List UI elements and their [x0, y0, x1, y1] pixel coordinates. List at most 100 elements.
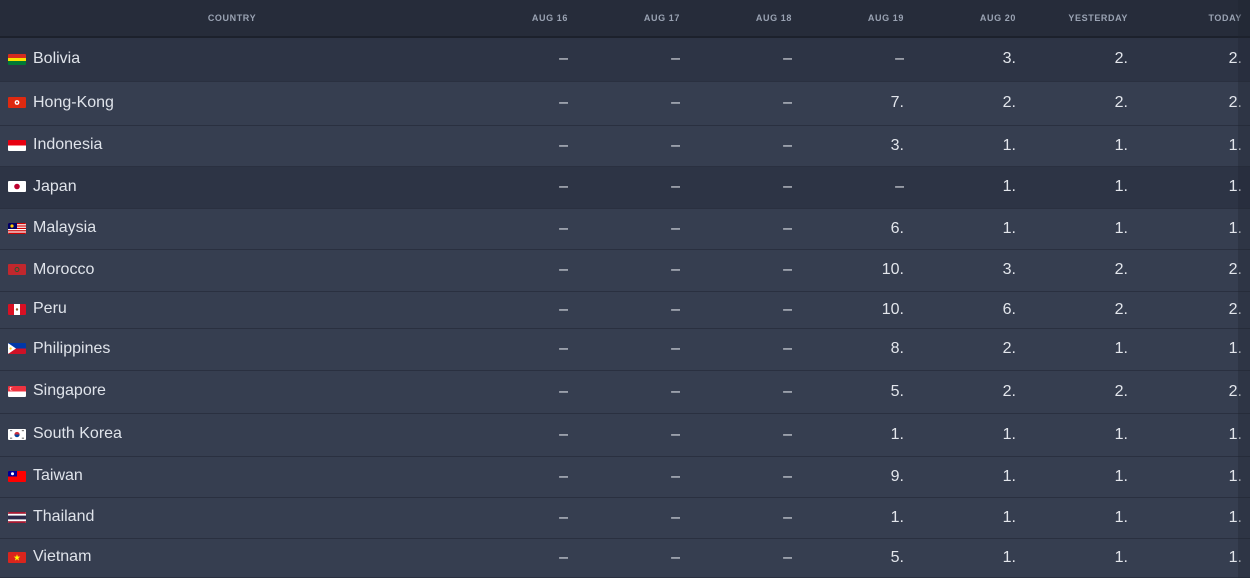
rank-cell-aug20: 1.	[912, 208, 1024, 250]
rank-cell-aug16: –	[464, 208, 576, 250]
rank-cell-today: 1.	[1136, 166, 1250, 209]
rank-cell-aug20: 2.	[912, 370, 1024, 414]
table-row[interactable]: Japan – – – –1. 1. 1.	[0, 166, 1250, 209]
rank-cell-aug20: 6.	[912, 291, 1024, 329]
rank-cell-today: 1.	[1136, 456, 1250, 498]
column-header-aug20[interactable]: AUG 20	[912, 0, 1024, 38]
rank-cell-today: 2.	[1136, 249, 1250, 292]
right-edge-shade	[1238, 0, 1250, 578]
rank-cell-aug19: –	[800, 37, 912, 82]
table-row[interactable]: Morocco – – –10. 3. 2. 2.	[0, 249, 1250, 292]
country-name: Taiwan	[33, 467, 83, 485]
rank-cell-aug19: 5.	[800, 370, 912, 414]
rank-cell-today: 2.	[1136, 37, 1250, 82]
table-row[interactable]: Singapore – – –5. 2. 2. 2.	[0, 370, 1250, 414]
peru-flag-icon	[8, 303, 26, 315]
rank-cell-aug20: 1.	[912, 125, 1024, 167]
rank-cell-aug20: 1.	[912, 497, 1024, 539]
rank-cell-today: 1.	[1136, 208, 1250, 250]
rank-cell-aug17: –	[576, 370, 688, 414]
country-cell: Japan	[0, 166, 464, 209]
rank-cell-today: 1.	[1136, 497, 1250, 539]
bolivia-flag-icon	[8, 53, 26, 65]
table-row[interactable]: Indonesia – – –3. 1. 1. 1.	[0, 125, 1250, 167]
rank-cell-aug16: –	[464, 37, 576, 82]
rank-cell-aug16: –	[464, 166, 576, 209]
table-row[interactable]: Hong-Kong – – –7. 2. 2. 2.	[0, 81, 1250, 126]
rank-cell-aug18: –	[688, 328, 800, 371]
column-header-country[interactable]: COUNTRY	[0, 0, 464, 38]
country-name: Singapore	[33, 382, 106, 400]
japan-flag-icon	[8, 181, 26, 193]
table-row[interactable]: Thailand – – –1. 1. 1. 1.	[0, 497, 1250, 539]
rank-cell-today: 1.	[1136, 538, 1250, 578]
rank-cell-yesterday: 2.	[1024, 249, 1136, 292]
rankings-page: COUNTRY AUG 16 AUG 17 AUG 18 AUG 19 AUG …	[0, 0, 1250, 578]
rank-cell-today: 1.	[1136, 328, 1250, 371]
rank-cell-aug19: 5.	[800, 538, 912, 578]
rank-cell-aug20: 1.	[912, 456, 1024, 498]
rank-cell-aug17: –	[576, 456, 688, 498]
rank-cell-yesterday: 2.	[1024, 291, 1136, 329]
rank-cell-aug18: –	[688, 538, 800, 578]
country-name: Peru	[33, 300, 67, 318]
country-cell: Indonesia	[0, 125, 464, 167]
table-row[interactable]: Philippines – – –8. 2. 1. 1.	[0, 328, 1250, 371]
rank-cell-aug16: –	[464, 125, 576, 167]
rank-cell-aug20: 2.	[912, 81, 1024, 126]
rank-cell-aug19: 1.	[800, 413, 912, 457]
rank-cell-aug16: –	[464, 291, 576, 329]
rank-cell-yesterday: 1.	[1024, 413, 1136, 457]
column-header-today[interactable]: TODAY	[1136, 0, 1250, 38]
rank-cell-today: 1.	[1136, 125, 1250, 167]
rank-cell-aug16: –	[464, 538, 576, 578]
rank-cell-aug19: 10.	[800, 249, 912, 292]
rank-cell-aug18: –	[688, 456, 800, 498]
rank-cell-aug17: –	[576, 413, 688, 457]
country-cell: Singapore	[0, 370, 464, 414]
table-row[interactable]: Bolivia – – – –3. 2. 2.	[0, 37, 1250, 82]
rank-cell-aug16: –	[464, 413, 576, 457]
country-cell: Bolivia	[0, 37, 464, 82]
table-row[interactable]: Taiwan – – –9. 1. 1. 1.	[0, 456, 1250, 498]
country-name: Hong-Kong	[33, 93, 114, 111]
thailand-flag-icon	[8, 511, 26, 523]
rank-cell-aug19: 10.	[800, 291, 912, 329]
rank-cell-aug17: –	[576, 125, 688, 167]
column-header-yesterday[interactable]: YESTERDAY	[1024, 0, 1136, 38]
table-row[interactable]: Malaysia – – –6. 1. 1. 1.	[0, 208, 1250, 250]
rank-cell-aug20: 1.	[912, 413, 1024, 457]
hong-kong-flag-icon	[8, 97, 26, 109]
rank-cell-yesterday: 1.	[1024, 538, 1136, 578]
country-name: Morocco	[33, 260, 95, 278]
rank-cell-today: 2.	[1136, 291, 1250, 329]
rank-cell-aug17: –	[576, 291, 688, 329]
column-header-aug16[interactable]: AUG 16	[464, 0, 576, 38]
column-header-aug19[interactable]: AUG 19	[800, 0, 912, 38]
country-cell: Morocco	[0, 249, 464, 292]
rank-cell-aug17: –	[576, 166, 688, 209]
country-cell: Peru	[0, 291, 464, 329]
rank-cell-aug16: –	[464, 249, 576, 292]
rank-cell-aug17: –	[576, 497, 688, 539]
rank-cell-aug17: –	[576, 249, 688, 292]
column-header-aug17[interactable]: AUG 17	[576, 0, 688, 38]
rank-cell-aug20: 1.	[912, 538, 1024, 578]
country-name: Malaysia	[33, 219, 97, 237]
table-row[interactable]: Vietnam – – –5. 1. 1. 1.	[0, 538, 1250, 578]
philippines-flag-icon	[8, 343, 26, 355]
rank-cell-aug18: –	[688, 497, 800, 539]
rank-cell-aug18: –	[688, 166, 800, 209]
country-name: Bolivia	[33, 50, 81, 68]
rank-cell-aug19: 6.	[800, 208, 912, 250]
country-name: Vietnam	[33, 548, 92, 566]
table-row[interactable]: South Korea – – –1. 1. 1. 1.	[0, 413, 1250, 457]
rank-cell-aug18: –	[688, 413, 800, 457]
country-name: Philippines	[33, 339, 111, 357]
rank-cell-yesterday: 2.	[1024, 370, 1136, 414]
table-row[interactable]: Peru – – –10. 6. 2. 2.	[0, 291, 1250, 329]
country-name: Japan	[33, 177, 77, 195]
column-header-aug18[interactable]: AUG 18	[688, 0, 800, 38]
rank-cell-yesterday: 1.	[1024, 497, 1136, 539]
rank-cell-aug17: –	[576, 81, 688, 126]
